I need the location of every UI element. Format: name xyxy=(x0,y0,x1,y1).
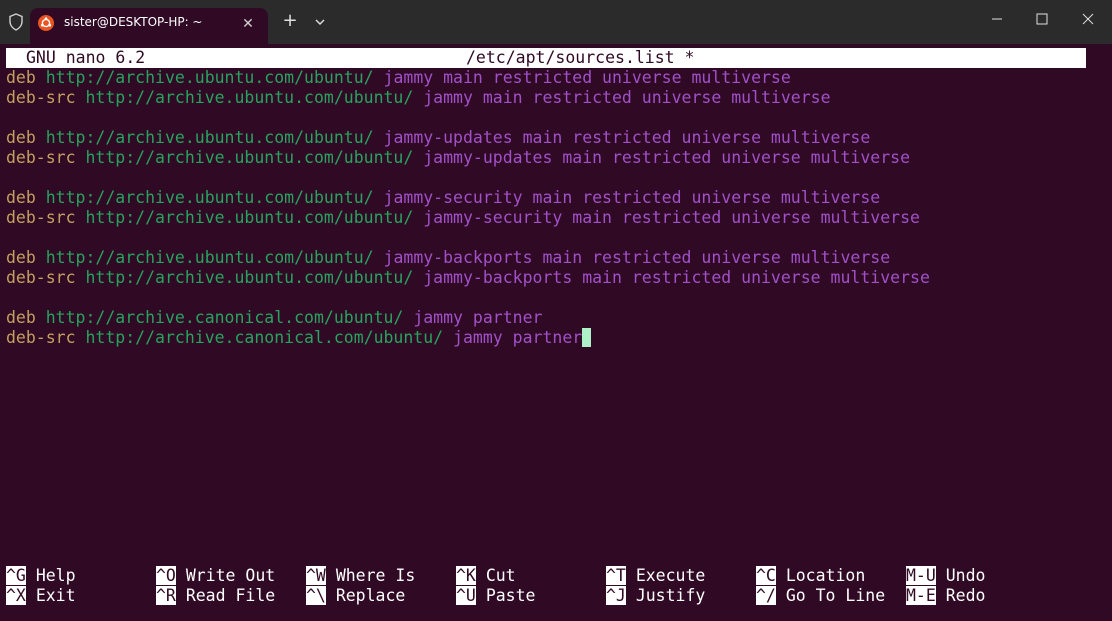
source-url: http://archive.ubuntu.com/ubuntu/ xyxy=(85,268,414,287)
nano-header: GNU nano 6.2 /etc/apt/sources.list * xyxy=(6,48,1086,68)
shortcut-item: ^C Location xyxy=(756,566,865,586)
chevron-down-icon[interactable] xyxy=(308,10,332,34)
source-components: jammy-updates main restricted universe m… xyxy=(383,128,871,147)
minimize-icon[interactable] xyxy=(974,4,1020,34)
shortcut-item: ^U Paste xyxy=(456,586,535,606)
terminal-area[interactable]: GNU nano 6.2 /etc/apt/sources.list * deb… xyxy=(0,44,1112,621)
shortcut-item: M-E Redo xyxy=(906,586,986,606)
source-line[interactable]: deb http://archive.ubuntu.com/ubuntu/ ja… xyxy=(6,188,880,208)
source-components: jammy-security main restricted universe … xyxy=(383,188,881,207)
shortcut-key: ^W xyxy=(306,566,326,585)
shortcut-label: Read File xyxy=(185,586,276,605)
source-line[interactable]: deb http://archive.canonical.com/ubuntu/… xyxy=(6,308,542,328)
shortcut-key: ^K xyxy=(456,566,476,585)
source-type: deb xyxy=(6,68,36,87)
source-url: http://archive.canonical.com/ubuntu/ xyxy=(85,328,444,347)
shortcut-key: ^/ xyxy=(756,586,776,605)
shortcut-item: M-U Undo xyxy=(906,566,986,586)
source-url: http://archive.ubuntu.com/ubuntu/ xyxy=(45,128,374,147)
shortcut-label: Undo xyxy=(945,566,986,585)
shortcut-key: ^\ xyxy=(306,586,326,605)
shortcut-item: ^K Cut xyxy=(456,566,516,586)
nano-filename: /etc/apt/sources.list * xyxy=(466,48,695,67)
shortcut-item: ^/ Go To Line xyxy=(756,586,885,606)
source-line[interactable]: deb http://archive.ubuntu.com/ubuntu/ ja… xyxy=(6,248,890,268)
source-url: http://archive.canonical.com/ubuntu/ xyxy=(45,308,404,327)
title-bar: sister@DESKTOP-HP: ~ ✕ + xyxy=(0,0,1112,44)
shortcut-key: ^G xyxy=(6,566,26,585)
source-type: deb xyxy=(6,128,36,147)
terminal-tab[interactable]: sister@DESKTOP-HP: ~ ✕ xyxy=(30,8,268,44)
source-type: deb-src xyxy=(6,208,76,227)
nano-version: GNU nano 6.2 xyxy=(26,48,146,67)
source-components: jammy-updates main restricted universe m… xyxy=(423,148,911,167)
shortcut-key: ^O xyxy=(156,566,176,585)
close-icon[interactable]: ✕ xyxy=(238,14,258,34)
source-components: jammy partner xyxy=(413,308,543,327)
source-components: jammy main restricted universe multivers… xyxy=(383,68,791,87)
source-url: http://archive.ubuntu.com/ubuntu/ xyxy=(85,88,414,107)
shortcut-label: Replace xyxy=(335,586,406,605)
shortcut-key: M-U xyxy=(906,566,936,585)
shortcut-key: ^T xyxy=(606,566,626,585)
source-components: jammy-backports main restricted universe… xyxy=(423,268,930,287)
source-url: http://archive.ubuntu.com/ubuntu/ xyxy=(45,68,374,87)
source-type: deb-src xyxy=(6,328,76,347)
shortcut-key: ^R xyxy=(156,586,176,605)
source-url: http://archive.ubuntu.com/ubuntu/ xyxy=(45,188,374,207)
source-line[interactable]: deb-src http://archive.canonical.com/ubu… xyxy=(6,328,592,348)
shortcut-key: ^J xyxy=(606,586,626,605)
shortcut-key: ^U xyxy=(456,586,476,605)
source-line[interactable]: deb http://archive.ubuntu.com/ubuntu/ ja… xyxy=(6,68,791,88)
shortcut-label: Execute xyxy=(635,566,706,585)
shortcut-key: ^C xyxy=(756,566,776,585)
text-cursor xyxy=(582,328,592,347)
shortcut-item: ^R Read File xyxy=(156,586,275,606)
source-components: jammy-security main restricted universe … xyxy=(423,208,920,227)
source-type: deb xyxy=(6,188,36,207)
shortcut-label: Exit xyxy=(35,586,76,605)
shortcut-label: Go To Line xyxy=(785,586,886,605)
source-type: deb xyxy=(6,248,36,267)
source-type: deb xyxy=(6,308,36,327)
shortcut-label: Paste xyxy=(485,586,536,605)
source-type: deb-src xyxy=(6,268,76,287)
source-url: http://archive.ubuntu.com/ubuntu/ xyxy=(45,248,374,267)
tab-title: sister@DESKTOP-HP: ~ xyxy=(64,15,203,29)
shortcut-item: ^W Where Is xyxy=(306,566,415,586)
shortcut-bar: ^G Help ^X Exit ^O Write Out ^R Read File ^W… xyxy=(6,566,1106,608)
shortcut-label: Location xyxy=(785,566,866,585)
source-components: jammy-backports main restricted universe… xyxy=(383,248,891,267)
shortcut-key: ^X xyxy=(6,586,26,605)
source-line[interactable]: deb-src http://archive.ubuntu.com/ubuntu… xyxy=(6,268,930,288)
shield-icon[interactable] xyxy=(6,12,26,32)
source-url: http://archive.ubuntu.com/ubuntu/ xyxy=(85,148,414,167)
shortcut-label: Justify xyxy=(635,586,706,605)
shortcut-item: ^J Justify xyxy=(606,586,705,606)
shortcut-item: ^\ Replace xyxy=(306,586,405,606)
close-window-icon[interactable] xyxy=(1065,4,1111,34)
plus-icon[interactable]: + xyxy=(278,10,302,34)
shortcut-item: ^O Write Out xyxy=(156,566,275,586)
shortcut-key: M-E xyxy=(906,586,936,605)
shortcut-item: ^X Exit xyxy=(6,586,76,606)
source-type: deb-src xyxy=(6,88,76,107)
shortcut-label: Cut xyxy=(485,566,516,585)
maximize-icon[interactable] xyxy=(1019,4,1065,34)
source-components: jammy main restricted universe multivers… xyxy=(423,88,831,107)
ubuntu-icon xyxy=(38,15,54,31)
shortcut-label: Where Is xyxy=(335,566,416,585)
shortcut-label: Redo xyxy=(945,586,986,605)
shortcut-item: ^T Execute xyxy=(606,566,705,586)
shortcut-label: Help xyxy=(35,566,76,585)
shortcut-item: ^G Help xyxy=(6,566,76,586)
source-line[interactable]: deb-src http://archive.ubuntu.com/ubuntu… xyxy=(6,88,831,108)
source-line[interactable]: deb http://archive.ubuntu.com/ubuntu/ ja… xyxy=(6,128,870,148)
source-line[interactable]: deb-src http://archive.ubuntu.com/ubuntu… xyxy=(6,148,910,168)
source-components: jammy partner xyxy=(453,328,583,347)
source-type: deb-src xyxy=(6,148,76,167)
shortcut-label: Write Out xyxy=(185,566,276,585)
source-url: http://archive.ubuntu.com/ubuntu/ xyxy=(85,208,414,227)
source-line[interactable]: deb-src http://archive.ubuntu.com/ubuntu… xyxy=(6,208,920,228)
